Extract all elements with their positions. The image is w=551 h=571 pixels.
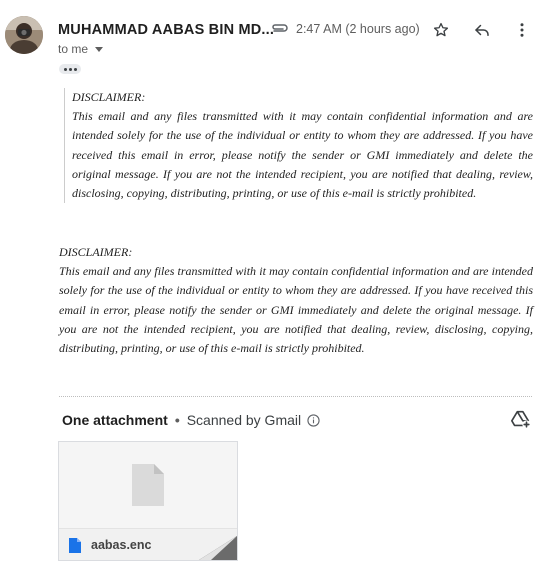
- star-icon: [433, 22, 449, 37]
- scanned-label: Scanned by Gmail: [186, 412, 302, 428]
- disclaimer-block: DISCLAIMER: This email and any files tra…: [59, 243, 533, 358]
- quoted-disclaimer-body: This email and any files transmitted wit…: [72, 109, 533, 201]
- disclaimer-body: This email and any files transmitted wit…: [59, 264, 533, 356]
- document-icon: [69, 538, 81, 553]
- reply-icon: [475, 24, 489, 36]
- attachment-clip-icon: [272, 24, 288, 32]
- recipient-details-toggle[interactable]: to me: [58, 42, 104, 56]
- attachment-filename: aabas.enc: [91, 538, 152, 552]
- show-trimmed-content-button[interactable]: [59, 64, 81, 74]
- attachment-card[interactable]: aabas.enc: [58, 441, 238, 561]
- attachment-preview: [59, 442, 237, 528]
- attachments-divider: [59, 396, 532, 397]
- disclaimer-heading: DISCLAIMER:: [59, 245, 133, 259]
- message-time: 2:47 AM (2 hours ago): [296, 22, 420, 36]
- quoted-disclaimer-heading: DISCLAIMER:: [72, 90, 146, 104]
- star-button[interactable]: [428, 17, 454, 43]
- add-to-drive-icon[interactable]: [510, 408, 532, 430]
- sender-avatar[interactable]: [5, 16, 43, 54]
- info-icon[interactable]: [307, 413, 320, 427]
- page-curl-fold: [199, 536, 237, 560]
- chevron-down-icon: [95, 46, 104, 52]
- quoted-text-block: DISCLAIMER: This email and any files tra…: [64, 88, 533, 204]
- dot-icon: [68, 67, 72, 71]
- attachments-header: One attachment • Scanned by Gmail: [62, 412, 320, 428]
- dot-icon: [73, 67, 77, 71]
- document-icon: [132, 464, 164, 506]
- sender-name[interactable]: MUHAMMAD AABAS BIN MD...: [58, 22, 274, 38]
- dot-icon: [63, 67, 67, 71]
- separator-bullet: •: [174, 412, 180, 428]
- recipient-label: to me: [58, 42, 89, 56]
- attachment-count: One attachment: [62, 412, 168, 428]
- more-vert-icon: [520, 23, 524, 37]
- reply-button[interactable]: [469, 17, 495, 43]
- more-options-button[interactable]: [509, 17, 535, 43]
